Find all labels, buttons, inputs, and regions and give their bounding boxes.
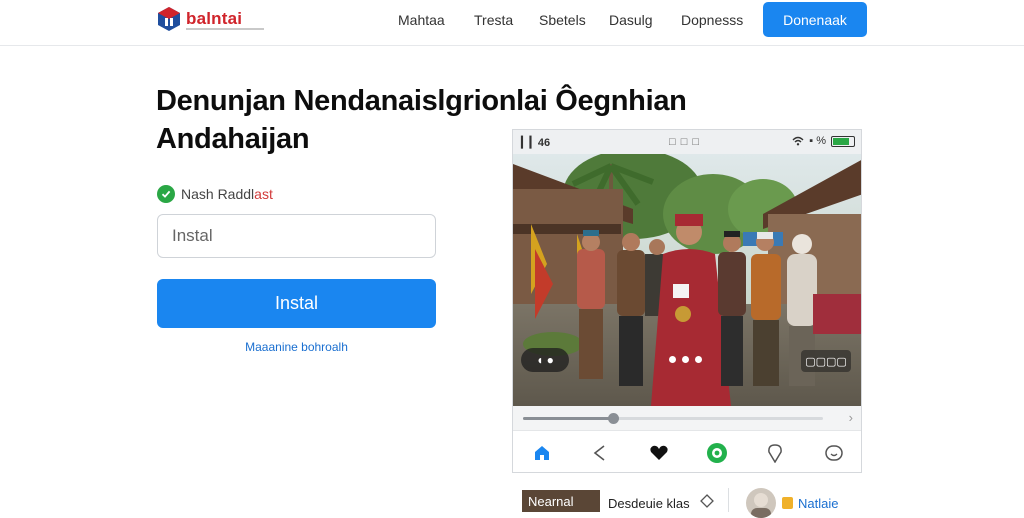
top-header: balntai Mahtaa Tresta Sbetels Dasulg Dop… — [0, 0, 1024, 46]
progress-fill — [523, 417, 613, 420]
photo-counter: ▢▢▢▢ — [801, 350, 851, 372]
status-icons: □ □ □ — [669, 136, 701, 148]
check-icon — [157, 185, 175, 203]
nav-item-4[interactable]: Dasulg — [609, 12, 653, 28]
more-info-link[interactable]: Maaanine bohroalh — [157, 340, 436, 354]
next-arrow-icon[interactable]: › — [849, 410, 853, 425]
author-name[interactable]: Natlaie — [798, 496, 838, 511]
bookmark-icon[interactable] — [700, 494, 714, 513]
back-icon[interactable] — [585, 438, 615, 468]
phone-mockup: ▎▎46 □ □ □ ▪ % ◖ ● ▢▢▢▢ › — [512, 129, 862, 473]
story-thumbnail[interactable]: Nearnal — [522, 490, 600, 512]
verified-badge: Nash Raddlast — [157, 185, 273, 203]
nav-item-1[interactable]: Mahtaa — [398, 12, 445, 28]
status-bar: ▎▎46 □ □ □ ▪ % — [513, 130, 861, 154]
signal-indicator: ▎▎46 — [521, 137, 551, 149]
title-line-1: Denunjan Nendanaislgrionlai Ôegnhian — [156, 85, 687, 117]
carousel-dots[interactable] — [669, 356, 702, 363]
install-input[interactable] — [157, 214, 436, 258]
heart-icon[interactable] — [644, 438, 674, 468]
avatar[interactable] — [746, 488, 776, 518]
story-caption: Desdeuie klas — [608, 496, 690, 511]
verified-label-accent: ast — [254, 186, 273, 202]
chat-icon[interactable] — [702, 438, 732, 468]
title-line-2: Andahaijan — [156, 123, 310, 155]
progress-row: › — [513, 406, 861, 430]
badge-icon — [782, 497, 793, 509]
location-icon[interactable] — [760, 438, 790, 468]
bottom-tab-bar — [513, 430, 861, 472]
install-button[interactable]: Instal — [157, 279, 436, 328]
nav-item-2[interactable]: Tresta — [474, 12, 513, 28]
logo-text: balntai — [186, 9, 243, 28]
logo[interactable]: balntai — [156, 6, 264, 32]
logo-icon — [158, 7, 180, 31]
nav-item-5[interactable]: Dopnesss — [681, 12, 743, 28]
logo-tagline-bar — [186, 28, 264, 30]
home-icon[interactable] — [527, 438, 557, 468]
progress-slider[interactable] — [523, 413, 823, 424]
smile-icon[interactable] — [819, 438, 849, 468]
media-controls[interactable]: ◖ ● — [521, 348, 569, 372]
progress-knob[interactable] — [608, 413, 619, 424]
nav-item-3[interactable]: Sbetels — [539, 12, 586, 28]
download-button[interactable]: Donenaak — [763, 2, 867, 37]
wifi-icon — [792, 136, 804, 146]
status-right: ▪ % — [792, 135, 855, 147]
divider — [728, 488, 729, 512]
verified-label: Nash Raddl — [181, 186, 255, 202]
battery-icon — [831, 135, 855, 147]
battery-percent: ▪ % — [809, 135, 826, 147]
